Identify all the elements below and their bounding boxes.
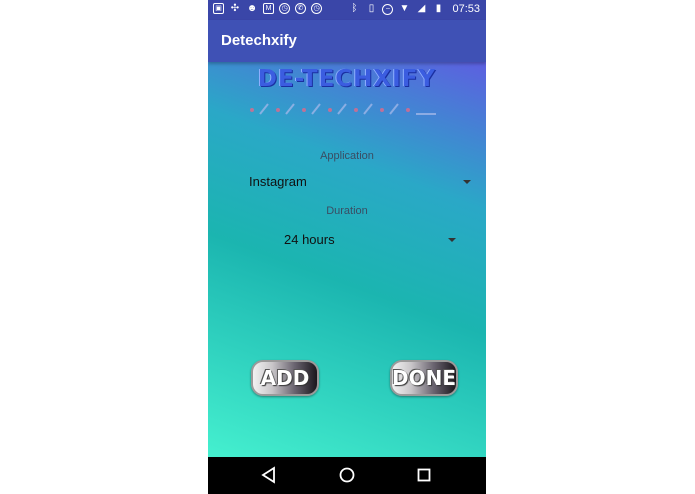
do-not-disturb-icon: – (382, 3, 394, 15)
phone-screen: ▣ ✣ ☻ M ◷ ✆ ◷ ᛒ ▯ – ▼ ◢ ▮ 07:53 Detechxi… (208, 0, 486, 494)
battery-icon: ▮ (435, 3, 442, 14)
dropdown-arrow-icon (463, 180, 471, 184)
dropdown-arrow-icon (448, 238, 456, 242)
navigation-bar (208, 457, 486, 494)
done-button-label: DONE (392, 366, 457, 390)
wifi-icon: ▼ (399, 3, 410, 14)
application-value: Instagram (249, 174, 307, 189)
signal-icon: ◢ (417, 3, 426, 14)
notification-icons: ▣ ✣ ☻ M ◷ ✆ ◷ (213, 3, 322, 15)
bluetooth-icon: ᛒ (351, 3, 358, 14)
whatsapp-icon: ✆ (295, 3, 306, 14)
alarm-icon: ◷ (311, 3, 322, 14)
recents-icon[interactable] (416, 466, 432, 484)
add-button[interactable]: ADD (251, 360, 319, 396)
snapchat-icon: ☻ (246, 3, 258, 14)
alarm-icon: ◷ (279, 3, 290, 14)
application-spinner[interactable]: Instagram (249, 172, 471, 194)
system-icons: ᛒ ▯ – ▼ ◢ ▮ 07:53 (348, 3, 480, 15)
application-label: Application (320, 150, 374, 162)
app-logo: DE-TECHXIFY (242, 66, 452, 122)
done-button[interactable]: DONE (390, 360, 458, 396)
status-time: 07:53 (452, 3, 480, 15)
logo-ornament-icon (250, 103, 436, 115)
logo-text: DE-TECHXIFY (257, 66, 437, 92)
status-bar: ▣ ✣ ☻ M ◷ ✆ ◷ ᛒ ▯ – ▼ ◢ ▮ 07:53 (208, 0, 486, 20)
vibrate-icon: ▯ (368, 3, 375, 14)
app-title: Detechxify (221, 32, 297, 49)
gmail-icon: M (263, 3, 274, 14)
back-icon[interactable] (261, 466, 277, 484)
home-icon[interactable] (338, 466, 356, 484)
duration-label: Duration (326, 205, 368, 217)
main-content: DE-TECHXIFY Application Instagram Durati… (208, 62, 486, 457)
add-button-label: ADD (260, 366, 310, 390)
slack-icon: ✣ (230, 3, 240, 14)
duration-spinner[interactable]: 24 hours (284, 230, 456, 252)
duration-value: 24 hours (284, 232, 335, 247)
gallery-icon: ▣ (213, 3, 224, 14)
app-bar: Detechxify (208, 20, 486, 62)
